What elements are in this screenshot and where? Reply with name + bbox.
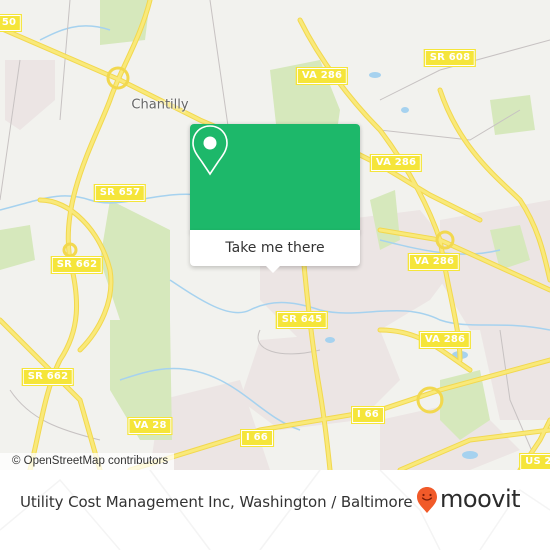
road-shield-i66: I 66 [240, 429, 274, 447]
road-shield-va286: VA 286 [418, 331, 472, 349]
road-shield-sr662: SR 662 [21, 368, 75, 386]
road-shield-sr657: SR 657 [93, 184, 147, 202]
road-shield-sr662: SR 662 [50, 256, 104, 274]
location-popup: Take me there [190, 124, 360, 273]
road-shield-va286: VA 286 [295, 67, 349, 85]
moovit-logo[interactable]: moovit [416, 484, 521, 514]
road-shield-va28: VA 28 [127, 417, 173, 435]
take-me-there-button[interactable]: Take me there [190, 230, 360, 266]
moovit-pin-smile-icon [417, 487, 437, 513]
moovit-wordmark: moovit [440, 484, 521, 513]
road-shield-us50: 50 [0, 14, 23, 32]
popup-header [190, 124, 360, 230]
take-me-there-label: Take me there [225, 240, 325, 256]
place-label-chantilly: Chantilly [131, 97, 189, 113]
road-shield-sr608: SR 608 [423, 49, 477, 67]
road-shield-va286: VA 286 [407, 253, 461, 271]
road-shield-i66: I 66 [351, 406, 385, 424]
map-canvas[interactable]: Chantilly 50 VA 286 SR 608 SR 657 VA 286… [0, 0, 550, 470]
road-shield-sr645: SR 645 [275, 311, 329, 329]
map-attribution[interactable]: © OpenStreetMap contributors [0, 453, 175, 470]
footer-title: Utility Cost Management Inc, Washington … [20, 493, 413, 511]
road-shield-us29: US 29 [519, 453, 550, 470]
map-pin-icon [192, 125, 228, 176]
footer-bar: Utility Cost Management Inc, Washington … [0, 470, 550, 550]
popup-pointer [264, 264, 282, 273]
road-shield-va286: VA 286 [369, 154, 423, 172]
